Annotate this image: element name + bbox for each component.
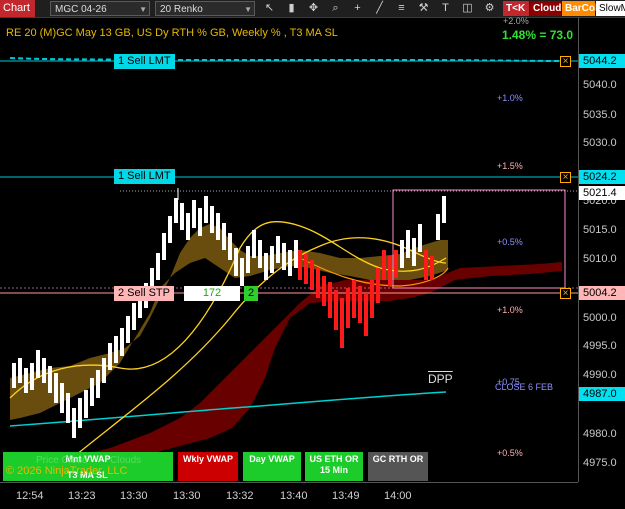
close-icon[interactable]: × [560,56,571,67]
toolbar: Chart MGC 04-26 ▼ 20 Renko ▼ ↖ ▮ ✥ ⌕ + ╱… [0,0,625,18]
chevron-down-icon: ▼ [244,5,252,14]
dpp-label: DPP [428,372,453,386]
wkly-vwap-button[interactable]: Wkly VWAP [178,452,238,481]
last-price-label: 5021.4 [579,186,625,200]
gear-icon[interactable]: ⚙ [482,1,497,16]
price-tick: 5030.0 [583,137,617,149]
time-tick: 13:23 [68,490,96,502]
order-price-label: 5024.2 [579,170,625,184]
time-tick: 13:30 [173,490,201,502]
time-tick: 14:00 [384,490,412,502]
wkly-vwap-label: Wkly VWAP [182,454,233,464]
close-icon[interactable]: × [560,288,571,299]
day-vwap-button[interactable]: Day VWAP [243,452,301,481]
close-label: CLOSE 6 FEB [495,382,554,392]
order-sell-stop[interactable]: 2 Sell STP [114,286,174,301]
gc-rth-or-button[interactable]: GC RTH OR [368,452,428,481]
order-price-label: 5044.2 [579,54,625,68]
us-eth-or-label: US ETH OR 15 Min [309,454,359,475]
gc-rth-or-label: GC RTH OR [372,454,424,464]
stat-readout: 1.48% = 73.0 [502,28,574,42]
us-eth-or-button[interactable]: US ETH OR 15 Min [305,452,363,481]
order-stop-quantity[interactable]: 172 [184,286,240,301]
pct-level: +2.0% [503,16,529,26]
day-vwap-label: Day VWAP [249,454,295,464]
pct-level: +1.0% [497,93,523,103]
app-tag[interactable]: Chart [0,0,35,17]
zoom-icon[interactable]: ⌕ [328,1,343,16]
price-tick: 4990.0 [583,369,617,381]
plus-icon[interactable]: + [350,1,365,16]
pointer-icon[interactable]: ↖ [262,1,277,16]
price-tick: 5040.0 [583,79,617,91]
time-tick: 13:32 [226,490,254,502]
close-price-label: 4987.0 [579,387,625,401]
time-tick: 13:49 [332,490,360,502]
chart-plot[interactable] [0,18,578,482]
pct-level: +0.5% [497,448,523,458]
tk-button[interactable]: T<K [503,1,529,16]
price-tick: 4980.0 [583,428,617,440]
properties-icon[interactable]: ≡ [394,1,409,16]
barcol-button[interactable]: BarCol [562,1,598,16]
time-axis[interactable]: 12:54 13:23 13:30 13:30 13:32 13:40 13:4… [0,482,578,509]
order-sell-limit-2[interactable]: 1 Sell LMT [114,169,175,184]
chart-title: RE 20 (M)GC May 13 GB, US Dy RTH % GB, W… [6,27,338,39]
cloud-button[interactable]: Cloud [530,1,561,16]
pct-level: +0.5% [497,237,523,247]
draw-line-icon[interactable]: ╱ [372,1,387,16]
price-axis[interactable]: 5040.0 5035.0 5030.0 5020.0 5015.0 5010.… [578,18,625,482]
price-tick: 4995.0 [583,340,617,352]
tools-icon[interactable]: ⚒ [416,1,431,16]
time-tick: 13:30 [120,490,148,502]
order-sell-limit-1[interactable]: 1 Sell LMT [114,54,175,69]
price-tick: 5015.0 [583,224,617,236]
price-tick: 5010.0 [583,253,617,265]
order-price-label: 5004.2 [579,286,625,300]
price-tick: 4975.0 [583,457,617,469]
order-stop-count[interactable]: 2 [244,286,259,301]
camera-icon[interactable]: ◫ [460,1,475,16]
bar-type-selector[interactable]: 20 Renko ▼ [155,1,255,16]
price-tick: 5035.0 [583,109,617,121]
instrument-selector[interactable]: MGC 04-26 ▼ [50,1,150,16]
time-tick: 12:54 [16,490,44,502]
time-tick: 13:40 [280,490,308,502]
pct-level: +1.0% [497,305,523,315]
close-icon[interactable]: × [560,172,571,183]
bar-type-value: 20 Renko [160,4,203,15]
bar-chart-icon[interactable]: ▮ [284,1,299,16]
chevron-down-icon: ▼ [139,5,147,14]
instrument-value: MGC 04-26 [55,4,107,15]
price-tick: 5000.0 [583,312,617,324]
pct-level: +1.5% [497,161,523,171]
slowm-button[interactable]: SlowM [596,1,625,16]
crosshair-icon[interactable]: ✥ [306,1,321,16]
text-icon[interactable]: T [438,1,453,16]
copyright: © 2026 NinjaTrader, LLC [6,465,128,477]
